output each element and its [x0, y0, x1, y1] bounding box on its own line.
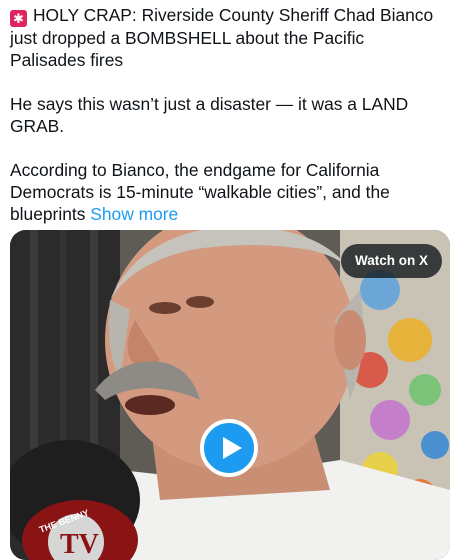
post-paragraph-2: He says this wasn’t just a disaster — it…	[10, 94, 409, 136]
post: ✱ HOLY CRAP: Riverside County Sheriff Cha…	[0, 0, 450, 560]
post-text: ✱ HOLY CRAP: Riverside County Sheriff Cha…	[10, 4, 442, 247]
play-icon	[223, 437, 242, 459]
post-body-text: According to Bianco, the endgame for Cal…	[10, 160, 390, 224]
siren-icon: ✱	[10, 10, 27, 27]
mug-logo-text: TV	[60, 529, 99, 560]
post-headline: HOLY CRAP: Riverside County Sheriff Chad…	[10, 5, 434, 70]
watch-on-x-button[interactable]: Watch on X	[341, 244, 442, 278]
video-player[interactable]: TV THE BENNY Watch on X	[10, 230, 450, 560]
video-thumbnail: TV THE BENNY	[10, 230, 450, 560]
post-paragraph-3: According to Bianco, the endgame for Cal…	[10, 159, 442, 225]
post-paragraph-1: ✱ HOLY CRAP: Riverside County Sheriff Cha…	[10, 4, 442, 71]
show-more-link[interactable]: Show more	[90, 204, 178, 224]
play-button[interactable]	[200, 419, 258, 477]
